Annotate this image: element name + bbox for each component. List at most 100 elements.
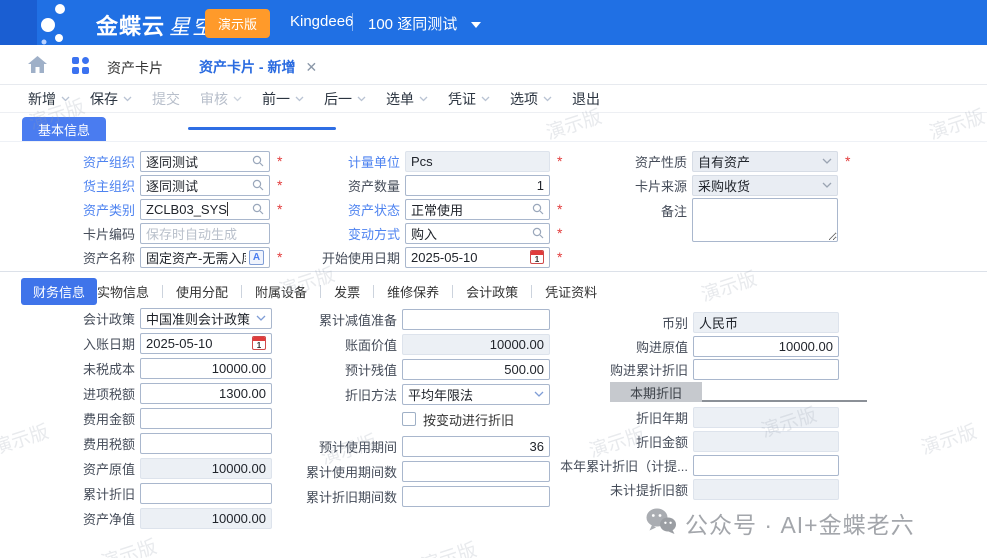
year-accum-depr-input[interactable] [693, 455, 839, 476]
tab-attached-equipment[interactable]: 附属设备 [255, 282, 307, 301]
field-depr-by-change: 按变动进行折旧 [285, 408, 514, 430]
multilang-icon[interactable]: A [249, 250, 264, 265]
field-start-date: 开始使用日期 2025-05-10 1 * [300, 246, 562, 268]
expect-periods-label: 预计使用期间 [285, 437, 397, 456]
tab-voucher-data[interactable]: 凭证资料 [545, 282, 597, 301]
entry-date-input[interactable]: 2025-05-10 1 [140, 333, 272, 354]
depr-periods-input[interactable] [402, 486, 550, 507]
fee-amount-input[interactable] [140, 408, 272, 429]
impairment-input[interactable] [402, 309, 550, 330]
acct-policy-select[interactable]: 中国准则会计政策 [140, 308, 272, 329]
section-separator [0, 141, 987, 142]
search-icon[interactable] [532, 227, 544, 239]
impairment-label: 累计减值准备 [285, 310, 397, 329]
tab-invoice[interactable]: 发票 [334, 282, 360, 301]
chevron-down-icon [822, 158, 832, 164]
tab-accounting-policy[interactable]: 会计政策 [466, 282, 518, 301]
asset-name-input[interactable]: 固定资产-无需入库 A [140, 247, 270, 268]
accum-depr-input[interactable] [140, 483, 272, 504]
tab-divider [452, 285, 453, 298]
asset-category-label[interactable]: 资产类别 [20, 200, 135, 219]
tab-asset-card-list[interactable]: 资产卡片 [107, 58, 163, 78]
field-quantity: 资产数量 1 [300, 174, 550, 196]
owner-org-input[interactable]: 逐同测试 [140, 175, 270, 196]
search-icon[interactable] [252, 179, 264, 191]
depr-method-select[interactable]: 平均年限法 [402, 384, 550, 405]
tab-usage-allocation[interactable]: 使用分配 [176, 282, 228, 301]
change-mode-input[interactable]: 购入 [405, 223, 550, 244]
currency-label: 币别 [545, 313, 688, 332]
acct-policy-label: 会计政策 [20, 309, 135, 328]
status-input[interactable]: 正常使用 [405, 199, 550, 220]
asset-org-input[interactable]: 逐同测试 [140, 151, 270, 172]
used-periods-input[interactable] [402, 461, 550, 482]
demo-watermark: 演示版 [97, 532, 160, 558]
orig-value-input: 10000.00 [140, 458, 272, 479]
calendar-icon[interactable]: 1 [530, 250, 544, 264]
nature-label: 资产性质 [585, 152, 687, 171]
change-mode-label[interactable]: 变动方式 [300, 224, 400, 243]
tab-base-info[interactable]: 基本信息 [22, 117, 106, 142]
chevron-down-icon[interactable] [534, 391, 544, 397]
tab-maintenance[interactable]: 维修保养 [387, 282, 439, 301]
prev-button[interactable]: 前一 [262, 89, 304, 109]
search-icon[interactable] [532, 203, 544, 215]
next-button[interactable]: 后一 [324, 89, 366, 109]
required-marker: * [845, 153, 850, 169]
owner-org-label[interactable]: 货主组织 [20, 176, 135, 195]
apps-menu-icon[interactable] [72, 57, 89, 74]
required-marker: * [277, 177, 282, 193]
exit-button[interactable]: 退出 [572, 89, 600, 109]
calendar-icon[interactable]: 1 [252, 336, 266, 350]
fee-tax-label: 费用税额 [20, 434, 135, 453]
tab-finance-info[interactable]: 财务信息 [21, 278, 97, 305]
tab-divider [241, 285, 242, 298]
close-icon[interactable]: ✕ [305, 59, 317, 76]
field-entry-date: 入账日期 2025-05-10 1 [20, 332, 272, 354]
expect-periods-input[interactable]: 36 [402, 436, 550, 457]
search-icon[interactable] [252, 203, 264, 215]
tab-physical-info[interactable]: 实物信息 [97, 282, 149, 301]
net-value-input: 10000.00 [140, 508, 272, 529]
search-icon[interactable] [252, 155, 264, 167]
residual-input[interactable]: 500.00 [402, 359, 550, 380]
depr-by-change-checkbox[interactable] [402, 412, 416, 426]
new-button[interactable]: 新增 [28, 89, 70, 109]
topbar: 金蝶云 星空 企业版 演示版 Kingdee6 100 逐同测试 [0, 0, 987, 45]
required-marker: * [557, 201, 562, 217]
untaxed-cost-input[interactable]: 10000.00 [140, 358, 272, 379]
nature-select: 自有资产 [692, 151, 838, 172]
demo-version-button[interactable]: 演示版 [205, 9, 270, 38]
input-tax-input[interactable]: 1300.00 [140, 383, 272, 404]
book-value-label: 账面价值 [285, 335, 397, 354]
status-label[interactable]: 资产状态 [300, 200, 400, 219]
purchase-depr-input[interactable] [693, 359, 839, 380]
fee-tax-input[interactable] [140, 433, 272, 454]
tab-divider [531, 285, 532, 298]
field-purchase-depr: 购进累计折旧 [545, 358, 839, 380]
field-book-value: 账面价值 10000.00 [285, 333, 550, 355]
purchase-value-label: 购进原值 [545, 337, 688, 356]
field-acct-policy: 会计政策 中国准则会计政策 [20, 307, 272, 329]
tab-asset-card-new[interactable]: 资产卡片 - 新增 ✕ [199, 57, 317, 77]
start-date-label: 开始使用日期 [300, 248, 400, 267]
save-button[interactable]: 保存 [90, 89, 132, 109]
purchase-value-input[interactable]: 10000.00 [693, 336, 839, 357]
untaxed-cost-label: 未税成本 [20, 359, 135, 378]
home-icon[interactable] [28, 56, 47, 78]
card-code-input[interactable]: 保存时自动生成 [140, 223, 270, 244]
pick-list-button[interactable]: 选单 [386, 89, 428, 109]
start-date-input[interactable]: 2025-05-10 1 [405, 247, 550, 268]
field-year-accum-depr: 本年累计折旧（计提... [545, 454, 839, 476]
remark-textarea[interactable] [692, 198, 838, 242]
voucher-button[interactable]: 凭证 [448, 89, 490, 109]
options-button[interactable]: 选项 [510, 89, 552, 109]
chevron-down-icon[interactable] [256, 315, 266, 321]
asset-org-label[interactable]: 资产组织 [20, 152, 135, 171]
unit-label[interactable]: 计量单位 [300, 152, 400, 171]
input-tax-label: 进项税额 [20, 384, 135, 403]
asset-category-input[interactable]: ZCLB03_SYS [140, 199, 270, 220]
org-switcher[interactable]: 100 逐同测试 [368, 13, 481, 34]
nav-tabbar: 资产卡片 资产卡片 - 新增 ✕ [0, 45, 987, 85]
quantity-input[interactable]: 1 [405, 175, 550, 196]
